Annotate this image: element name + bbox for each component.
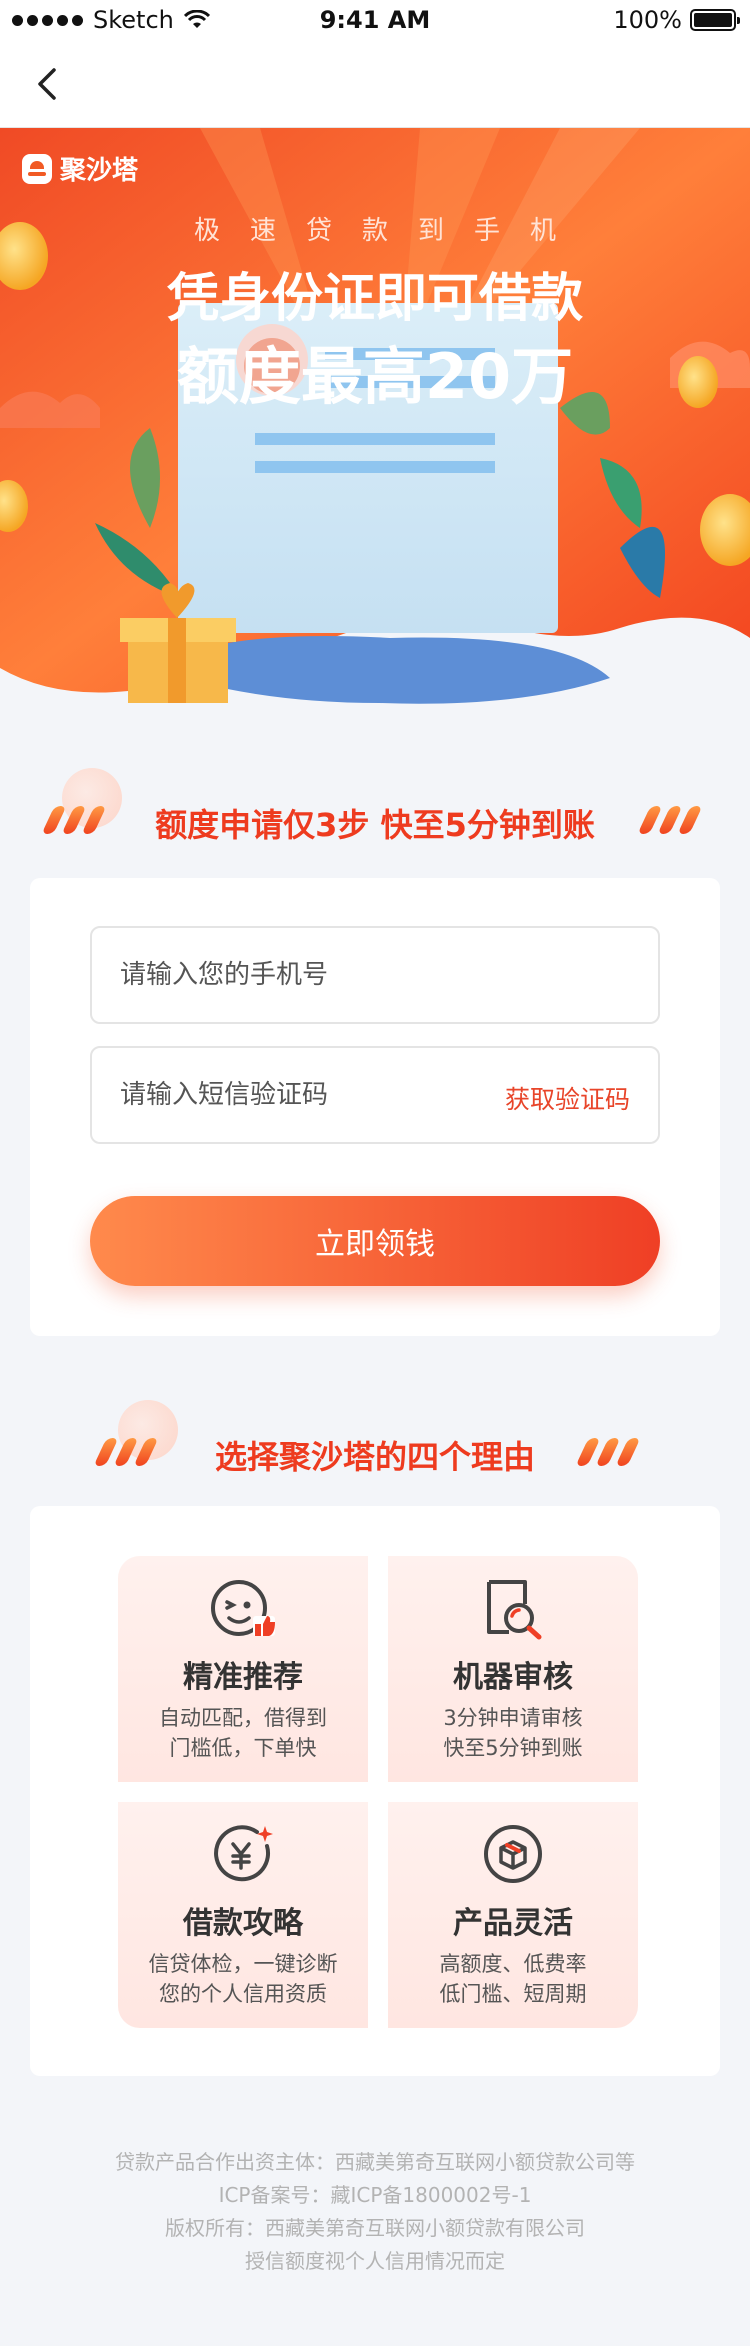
battery-fill [694,13,732,27]
stripes-right-icon [637,806,703,834]
footer-line: 授信额度视个人信用情况而定 [245,2249,505,2273]
reason-title: 机器审核 [453,1660,573,1695]
hero-title-line2: 额度最高20万 [176,340,574,413]
battery-icon [690,9,740,31]
reason-desc: 门槛低，下单快 [169,1736,317,1760]
hero-subtitle: 极速贷款到手机 [193,216,586,246]
status-bar: Sketch 9:41 AM 100% [0,0,750,40]
search-document-icon [487,1580,542,1640]
stripes-right-icon [575,1438,641,1466]
sms-code-input[interactable] [120,1048,480,1142]
battery-percent: 100% [613,6,682,34]
reason-title: 精准推荐 [183,1660,303,1695]
sms-code-field: 获取验证码 [90,1046,660,1144]
apply-section-header: 额度申请仅3步 快至5分钟到账 [0,768,750,850]
reason-desc: 3分钟申请审核 [443,1706,583,1730]
reason-item-machine-review: 机器审核 3分钟申请审核 快至5分钟到账 [388,1556,638,1782]
get-code-button[interactable]: 获取验证码 [505,1080,630,1116]
smiley-thumbs-up-icon [211,1580,275,1636]
product-box-icon [484,1825,542,1883]
apply-form-card: 获取验证码 立即领钱 [30,878,720,1336]
footer-line: 版权所有：西藏美第奇互联网小额贷款有限公司 [165,2216,585,2240]
reasons-section-header: 选择聚沙塔的四个理由 [0,1400,750,1482]
reason-item-precise: 精准推荐 自动匹配，借得到 门槛低，下单快 [118,1556,368,1782]
reason-desc: 自动匹配，借得到 [159,1706,327,1730]
nav-bar [0,40,750,128]
reason-title: 产品灵活 [453,1906,573,1941]
chevron-left-icon [38,68,56,100]
reason-desc: 信贷体检，一键诊断 [148,1952,338,1976]
reason-desc: 低门槛、短周期 [439,1982,587,2006]
submit-button[interactable]: 立即领钱 [90,1196,660,1286]
logo-icon [22,153,52,184]
footer-line: 贷款产品合作出资主体：西藏美第奇互联网小额贷款公司等 [115,2150,635,2174]
footer: 贷款产品合作出资主体：西藏美第奇互联网小额贷款公司等 ICP备案号：藏ICP备1… [0,2146,750,2278]
hero-title-line1: 凭身份证即可借款 [166,269,583,329]
status-right: 100% [613,6,740,34]
phone-input[interactable] [120,928,480,1022]
logo-text: 聚沙塔 [60,156,139,186]
yuan-coin-icon [214,1825,273,1882]
footer-line: ICP备案号：藏ICP备1800002号-1 [218,2183,532,2207]
reason-item-flexible: 产品灵活 高额度、低费率 低门槛、短周期 [388,1802,638,2028]
logo: 聚沙塔 [22,150,138,187]
reason-desc: 您的个人信用资质 [159,1982,327,2006]
phone-field [90,926,660,1024]
apply-section-title: 额度申请仅3步 快至5分钟到账 [155,806,595,844]
reason-item-loan-guide: 借款攻略 信贷体检，一键诊断 您的个人信用资质 [118,1802,368,2028]
reason-desc: 快至5分钟到账 [443,1736,583,1760]
hero-banner: 聚沙塔 极速贷款到手机 凭身份证即可借款 额度最高20万 [0,128,750,768]
reason-title: 借款攻略 [183,1906,303,1941]
reason-desc: 高额度、低费率 [439,1952,587,1976]
reasons-card: 精准推荐 自动匹配，借得到 门槛低，下单快 机器审核 3分钟申请审核 快至5分钟… [30,1506,720,2076]
back-button[interactable] [30,64,70,104]
